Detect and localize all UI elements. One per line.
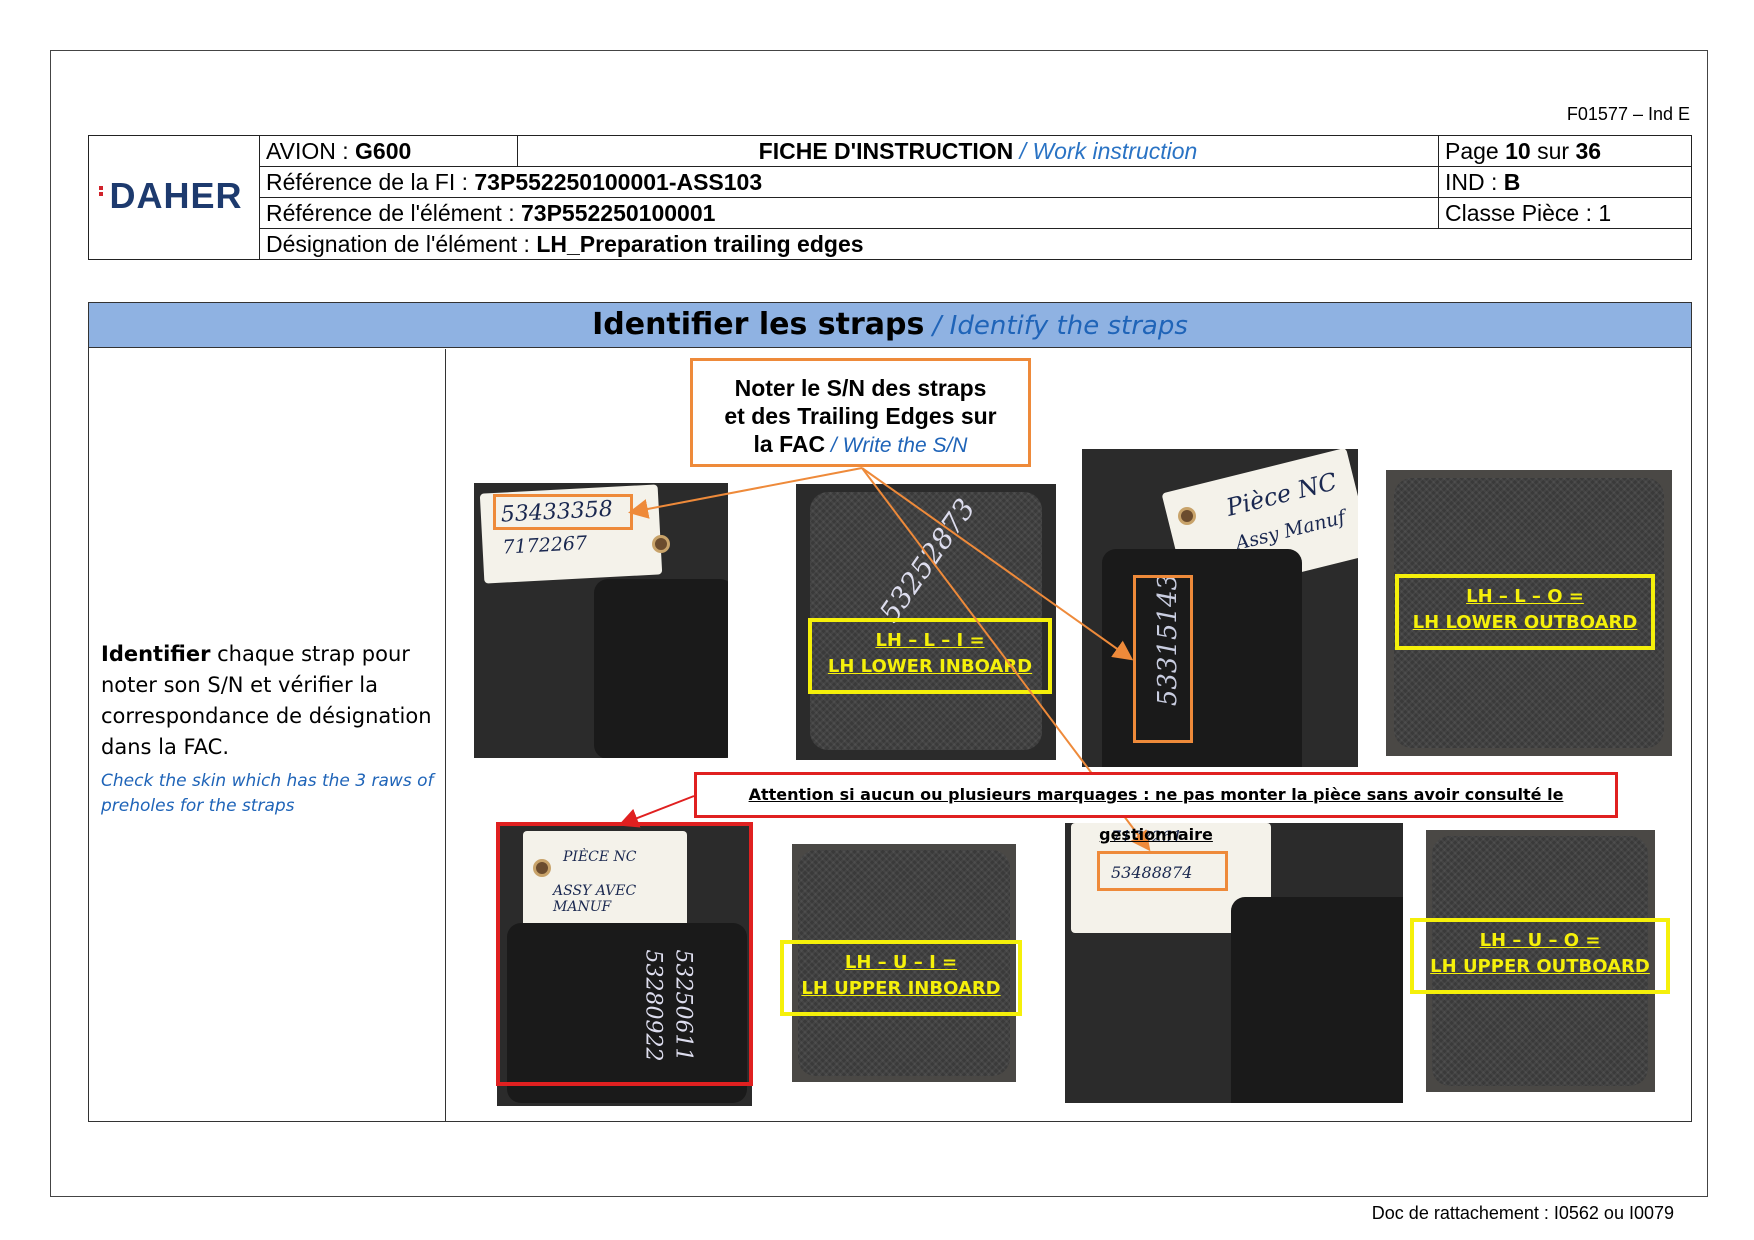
note-sn-callout: Noter le S/N des straps et des Trailing … [690, 358, 1031, 467]
callout-arrows [618, 467, 1151, 852]
arrow-to-photo-5 [618, 795, 695, 828]
warning-callout: Attention si aucun ou plusieurs marquage… [694, 772, 1618, 844]
arrow-to-sn-3 [861, 467, 1134, 661]
arrow-to-sn-1 [628, 467, 863, 519]
footer-doc-ref: Doc de rattachement : I0562 ou I0079 [1371, 1203, 1674, 1223]
